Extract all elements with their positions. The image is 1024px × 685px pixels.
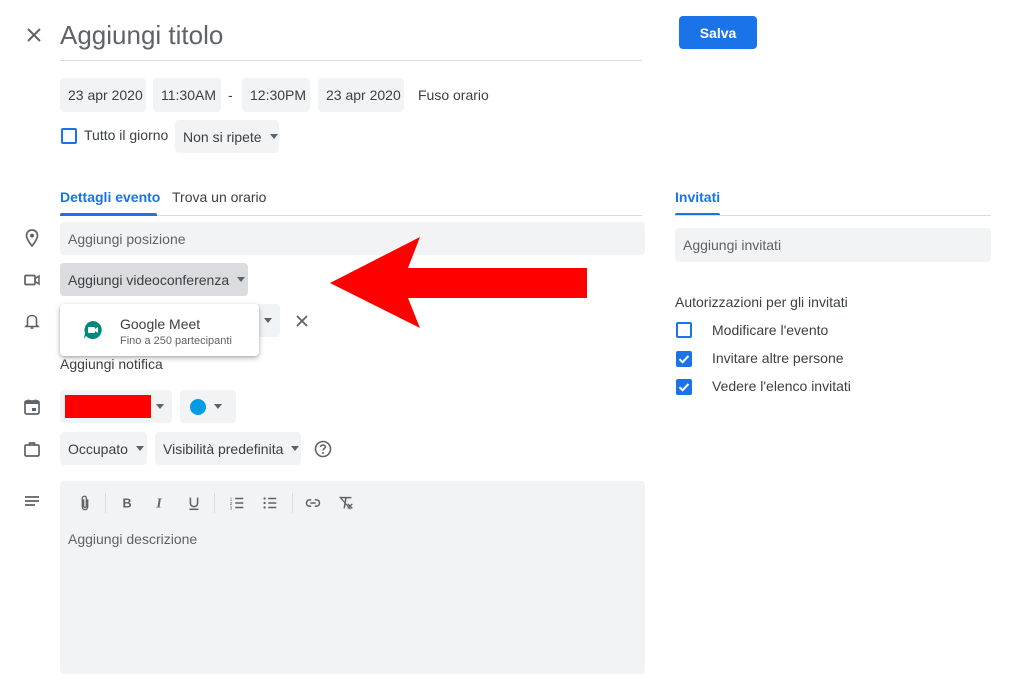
calendar-dropdown[interactable] [60, 390, 172, 423]
checkmark-icon [678, 383, 690, 392]
add-guests-input[interactable]: Aggiungi invitati [675, 228, 991, 262]
availability-dropdown[interactable]: Occupato [60, 432, 147, 465]
guest-permissions-title: Autorizzazioni per gli invitati [675, 294, 848, 310]
permission-see-list-checkbox[interactable] [676, 379, 692, 395]
start-time-chip[interactable]: 11:30AM [153, 78, 221, 112]
title-input[interactable]: Aggiungi titolo [60, 16, 642, 61]
tab-active-indicator [60, 213, 157, 216]
toolbar-separator [214, 493, 215, 513]
description-placeholder: Aggiungi descrizione [68, 531, 198, 547]
visibility-value: Visibilità predefinita [163, 440, 284, 457]
meet-title: Google Meet [120, 316, 201, 332]
chevron-down-icon [135, 446, 144, 451]
annotation-arrow [330, 237, 587, 328]
briefcase-icon [22, 439, 42, 459]
permission-see-list-label: Vedere l'elenco invitati [712, 378, 851, 394]
calendar-name-redacted [65, 395, 151, 418]
guests-tabs-divider [675, 215, 991, 216]
toolbar-separator [105, 493, 106, 513]
clear-formatting-icon[interactable] [335, 492, 357, 514]
add-notification-link[interactable]: Aggiungi notifica [60, 356, 163, 372]
repeat-dropdown[interactable]: Non si ripete [175, 120, 279, 153]
visibility-dropdown[interactable]: Visibilità predefinita [155, 432, 301, 465]
bold-icon[interactable]: B [116, 492, 138, 514]
chevron-down-icon [269, 134, 278, 139]
add-videoconference-button[interactable]: Aggiungi videoconferenza [60, 263, 248, 296]
checkmark-icon [678, 355, 690, 364]
help-icon[interactable] [313, 439, 333, 459]
bell-icon [22, 311, 42, 331]
underline-icon[interactable] [183, 492, 205, 514]
notes-icon [22, 492, 42, 512]
svg-text:I: I [155, 496, 162, 511]
svg-text:B: B [123, 497, 132, 511]
italic-icon[interactable]: I [149, 492, 171, 514]
permission-invite-label: Invitare altre persone [712, 350, 844, 366]
time-separator: - [228, 87, 233, 103]
svg-text:3: 3 [230, 505, 233, 510]
chevron-down-icon [156, 404, 164, 409]
videoconference-label: Aggiungi videoconferenza [68, 271, 230, 288]
all-day-label: Tutto il giorno [84, 127, 169, 143]
close-icon[interactable] [24, 25, 44, 45]
permission-modify-label: Modificare l'evento [712, 322, 829, 338]
permission-modify-checkbox[interactable] [676, 322, 692, 338]
calendar-icon [22, 397, 42, 417]
start-date-chip[interactable]: 23 apr 2020 [60, 78, 146, 112]
event-color-dot [190, 399, 206, 415]
chevron-down-icon [291, 446, 300, 451]
timezone-link[interactable]: Fuso orario [418, 87, 489, 103]
all-day-checkbox[interactable] [61, 128, 77, 144]
tab-guests[interactable]: Invitati [675, 189, 720, 205]
add-guests-placeholder: Aggiungi invitati [683, 237, 782, 253]
remove-notification-icon[interactable] [292, 311, 312, 331]
google-meet-icon [84, 321, 102, 339]
attachment-icon[interactable] [74, 492, 96, 514]
location-placeholder: Aggiungi posizione [68, 230, 186, 247]
tab-event-details[interactable]: Dettagli evento [60, 189, 160, 205]
save-button[interactable]: Salva [679, 16, 757, 49]
google-meet-option[interactable]: Google Meet Fino a 250 partecipanti [60, 304, 259, 356]
chevron-down-icon [263, 318, 272, 323]
end-date-chip[interactable]: 23 apr 2020 [318, 78, 404, 112]
chevron-down-icon [237, 277, 246, 282]
chevron-down-icon [214, 404, 222, 409]
tab-find-time[interactable]: Trova un orario [172, 189, 266, 205]
permission-invite-checkbox[interactable] [676, 351, 692, 367]
availability-value: Occupato [68, 440, 128, 457]
location-pin-icon [22, 228, 42, 248]
meet-subtitle: Fino a 250 partecipanti [120, 335, 232, 347]
end-time-chip[interactable]: 12:30PM [242, 78, 310, 112]
toolbar-separator [292, 493, 293, 513]
numbered-list-icon[interactable]: 123 [226, 492, 248, 514]
bulleted-list-icon[interactable] [259, 492, 281, 514]
title-placeholder: Aggiungi titolo [60, 20, 224, 50]
event-color-dropdown[interactable] [180, 390, 236, 423]
link-icon[interactable] [302, 492, 324, 514]
repeat-value: Non si ripete [183, 128, 262, 145]
video-camera-icon [22, 270, 42, 290]
